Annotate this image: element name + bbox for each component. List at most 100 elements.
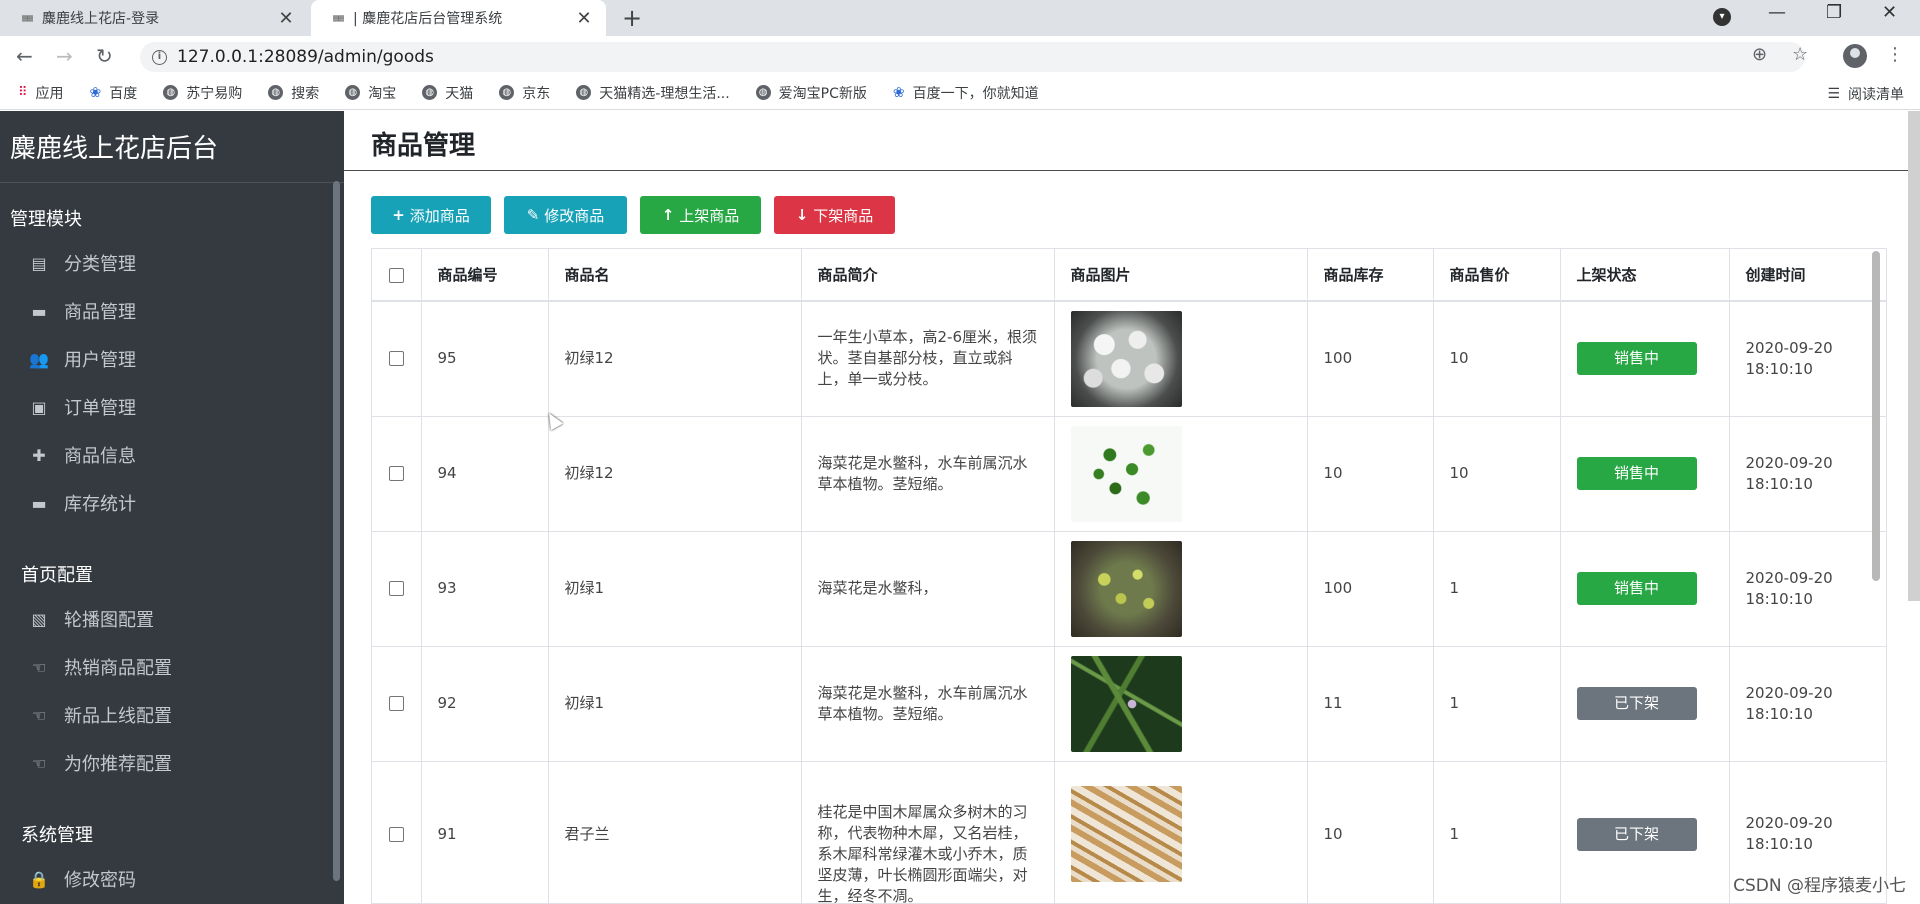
status-badge: 销售中 — [1576, 342, 1697, 376]
sidebar-item-label: 商品管理 — [64, 302, 136, 323]
bookmark-suning[interactable]: ◍ 苏宁易购 — [163, 83, 242, 103]
sidebar-item-recommend[interactable]: ☜ 为你推荐配置 — [0, 739, 344, 787]
browser-tab-strip: ▦▦ 麋鹿线上花店-登录 ✕ ▦▦ | 麋鹿花店后台管理系统 ✕ + ▾ — ❐… — [0, 0, 1920, 36]
bookmark-label: 搜索 — [291, 85, 320, 102]
bookmark-baidu[interactable]: ❀ 百度 — [90, 83, 138, 103]
reload-icon[interactable]: ↻ — [96, 44, 113, 68]
goods-price: 1 — [1433, 646, 1561, 762]
reading-list-button[interactable]: ☰ 阅读清单 — [1827, 84, 1904, 104]
sidebar-item-stock[interactable]: ▬ 库存统计 — [0, 479, 344, 527]
bookmark-aitaobao[interactable]: ◍ 爱淘宝PC新版 — [755, 83, 867, 103]
created-time: 2020-09-20 18:10:10 — [1729, 646, 1886, 762]
sidebar-item-orders[interactable]: ▣ 订单管理 — [0, 383, 344, 431]
row-checkbox[interactable] — [388, 581, 404, 596]
column-header: 上架状态 — [1560, 249, 1730, 302]
sidebar-item-goods[interactable]: ▬ 商品管理 — [0, 287, 344, 335]
goods-id: 92 — [421, 646, 549, 762]
bookmark-label: 百度 — [109, 85, 138, 102]
goods-intro: 桂花是中国木犀属众多树木的习称，代表物种木犀，又名岩桂，系木犀科常绿灌木或小乔木… — [801, 761, 1055, 903]
tab-title: | 麋鹿花店后台管理系统 — [353, 11, 503, 27]
bookmark-jd[interactable]: ◍ 京东 — [499, 83, 550, 103]
goods-price: 1 — [1433, 761, 1561, 903]
bookmark-tmall[interactable]: ◍ 天猫 — [422, 83, 473, 103]
goods-name: 初绿12 — [548, 416, 802, 532]
sidebar-item-carousel[interactable]: ▧ 轮播图配置 — [0, 595, 344, 643]
tab-search-icon[interactable]: ▾ — [1713, 8, 1731, 26]
sidebar-item-label: 轮播图配置 — [64, 610, 154, 631]
table-row[interactable]: 95 初绿12 一年生小草本，高2-6厘米，根须状。茎自基部分枝，直立或斜上，单… — [372, 301, 1886, 417]
select-all-checkbox[interactable] — [388, 267, 404, 283]
back-icon[interactable]: ← — [16, 44, 33, 68]
created-date-text: 2020-09-20 — [1745, 683, 1833, 702]
table-row[interactable]: 94 初绿12 海菜花是水鳖科，水车前属沉水草本植物。茎短缩。 10 10 销售… — [372, 416, 1886, 532]
sidebar-scrollbar[interactable] — [333, 181, 340, 881]
column-header: 商品名 — [548, 249, 802, 302]
bookmark-label: 天猫 — [445, 85, 474, 102]
page-title: 商品管理 — [371, 131, 476, 161]
globe-icon: ◍ — [422, 85, 438, 100]
sidebar-item-users[interactable]: 👥 用户管理 — [0, 335, 344, 383]
goods-intro: 海菜花是水鳖科， — [801, 531, 1055, 647]
table-row[interactable]: 92 初绿1 海菜花是水鳖科，水车前属沉水草本植物。茎短缩。 11 1 已下架 … — [372, 646, 1886, 762]
goods-image — [1070, 425, 1182, 522]
bookmark-tmall-select[interactable]: ◍ 天猫精选-理想生活... — [576, 83, 730, 103]
table-row[interactable]: 91 君子兰 桂花是中国木犀属众多树木的习称，代表物种木犀，又名岩桂，系木犀科常… — [372, 761, 1886, 903]
add-goods-button[interactable]: + 添加商品 — [371, 196, 491, 234]
zoom-icon[interactable]: ⊕ — [1752, 44, 1767, 65]
sidebar-item-goods-info[interactable]: ✚ 商品信息 — [0, 431, 344, 479]
bookmark-star-icon[interactable]: ☆ — [1792, 44, 1808, 65]
image-icon: ▧ — [31, 609, 47, 629]
created-time-text: 18:10:10 — [1745, 835, 1813, 853]
browser-tab-login[interactable]: ▦▦ 麋鹿线上花店-登录 ✕ — [0, 0, 308, 36]
main-content: 商品管理 + 添加商品 ✎ 修改商品 ↑ 上架商品 ↓ 下架商品 商品编号 商品名 商品… — [344, 111, 1920, 904]
edit-icon: ✎ — [526, 206, 540, 224]
sidebar-item-label: 分类管理 — [64, 254, 136, 275]
status-badge: 已下架 — [1576, 817, 1697, 851]
table-scrollbar[interactable] — [1872, 251, 1880, 581]
sidebar-item-new[interactable]: ☜ 新品上线配置 — [0, 691, 344, 739]
globe-icon: ◍ — [163, 85, 179, 100]
apps-grid-icon: ⠿ — [18, 85, 28, 100]
row-checkbox[interactable] — [388, 351, 404, 367]
site-info-icon[interactable]: i — [152, 49, 167, 65]
bookmark-search[interactable]: ◍ 搜索 — [268, 83, 319, 103]
list-icon: ▤ — [31, 253, 47, 273]
status-cell: 已下架 — [1560, 761, 1730, 903]
sidebar-item-password[interactable]: 🔒 修改密码 — [0, 855, 344, 903]
lock-icon: 🔒 — [29, 869, 49, 889]
new-tab-icon[interactable]: + — [622, 4, 642, 32]
close-tab-icon[interactable]: ✕ — [276, 8, 296, 29]
status-badge: 销售中 — [1576, 572, 1697, 605]
row-checkbox[interactable] — [388, 696, 404, 711]
row-checkbox[interactable] — [388, 466, 404, 481]
menu-kebab-icon[interactable]: ⋮ — [1886, 44, 1904, 65]
goods-image-cell — [1054, 531, 1308, 647]
close-tab-icon[interactable]: ✕ — [574, 8, 594, 29]
browser-tab-admin[interactable]: ▦▦ | 麋鹿花店后台管理系统 ✕ — [311, 0, 606, 36]
profile-avatar-icon[interactable] — [1843, 44, 1867, 68]
bookmark-taobao[interactable]: ◍ 淘宝 — [345, 83, 396, 103]
created-time: 2020-09-20 18:10:10 — [1729, 531, 1886, 647]
button-label: 下架商品 — [813, 206, 874, 225]
row-checkbox[interactable] — [388, 826, 404, 842]
url-input[interactable]: i 127.0.0.1:28089/admin/goods — [140, 42, 1805, 72]
sidebar: 麋鹿线上花店后台 管理模块 ▤ 分类管理 ▬ 商品管理 👥 用户管理 ▣ 订单管理 ✚ 商… — [0, 111, 344, 904]
restore-icon[interactable]: ❐ — [1826, 2, 1842, 23]
minimize-icon[interactable]: — — [1768, 2, 1786, 23]
created-time-text: 18:10:10 — [1745, 704, 1813, 723]
table-row[interactable]: 93 初绿1 海菜花是水鳖科， 100 1 销售中 2020-09-20 18:1… — [372, 531, 1886, 647]
brand-title[interactable]: 麋鹿线上花店后台 — [0, 111, 344, 183]
page-scrollbar[interactable] — [1908, 111, 1920, 601]
bookmark-apps[interactable]: ⠿ 应用 — [18, 83, 64, 103]
sidebar-item-hot[interactable]: ☜ 热销商品配置 — [0, 643, 344, 691]
forward-icon[interactable]: → — [56, 44, 73, 68]
window-close-icon[interactable]: ✕ — [1882, 2, 1897, 23]
edit-goods-button[interactable]: ✎ 修改商品 — [504, 196, 627, 234]
created-time: 2020-09-20 18:10:10 — [1729, 301, 1886, 417]
globe-icon: ◍ — [576, 85, 592, 100]
list-down-button[interactable]: ↓ 下架商品 — [774, 196, 895, 234]
sidebar-item-category[interactable]: ▤ 分类管理 — [0, 239, 344, 287]
bookmark-baidu-search[interactable]: ❀ 百度一下，你就知道 — [893, 83, 1039, 103]
list-up-button[interactable]: ↑ 上架商品 — [640, 196, 761, 234]
goods-intro: 海菜花是水鳖科，水车前属沉水草本植物。茎短缩。 — [801, 416, 1055, 532]
